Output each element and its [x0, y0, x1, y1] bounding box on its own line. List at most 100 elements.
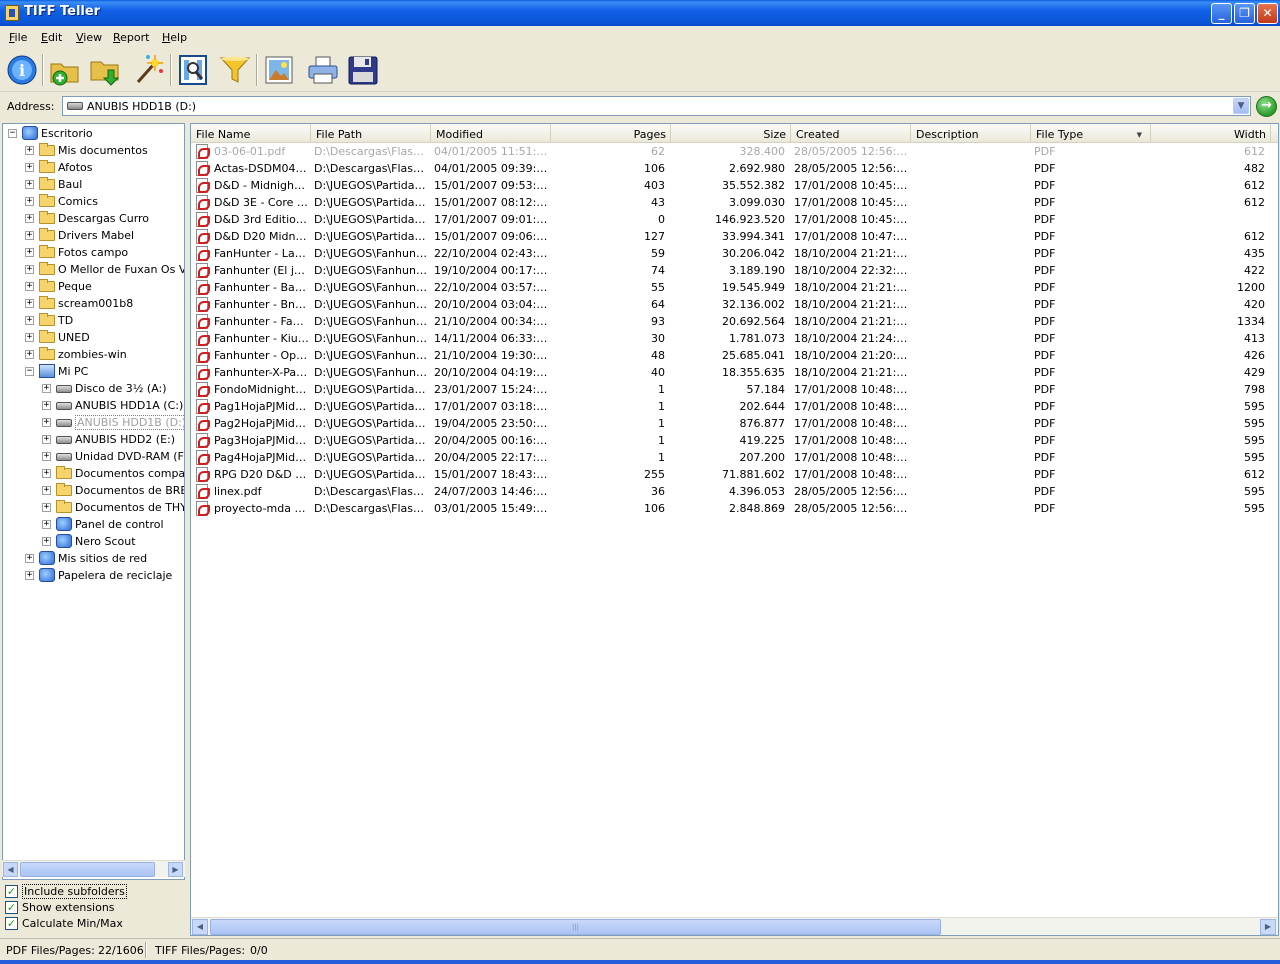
tree-item[interactable]: + zombies-win — [3, 346, 184, 363]
tree-item-label[interactable]: Mi PC — [58, 365, 88, 378]
tree-item[interactable]: + TD — [3, 312, 184, 329]
tree-item[interactable]: + Afotos — [3, 159, 184, 176]
tree-item-label[interactable]: Comics — [58, 195, 98, 208]
expand-icon[interactable]: + — [25, 163, 34, 172]
tree-horizontal-scrollbar[interactable]: ◀ ▶ — [2, 860, 185, 877]
column-header-file-type[interactable]: File Type ▼ — [1031, 124, 1151, 142]
expand-icon[interactable]: + — [42, 520, 51, 529]
scroll-left-arrow[interactable]: ◀ — [3, 862, 18, 877]
tree-item-label[interactable]: Baul — [58, 178, 82, 191]
collapse-icon[interactable]: − — [8, 129, 17, 138]
expand-icon[interactable]: + — [25, 316, 34, 325]
magic-wand-icon[interactable] — [132, 54, 166, 86]
tree-item[interactable]: + Drivers Mabel — [3, 227, 184, 244]
table-row[interactable]: D&D 3rd Edition -... D:\JUEGOS\Partidas s… — [191, 211, 1278, 228]
table-row[interactable]: D&D D20 Midnigh... D:\JUEGOS\Partidas s..… — [191, 228, 1278, 245]
tree-item[interactable]: + Panel de control — [3, 516, 184, 533]
scroll-thumb[interactable]: ||| — [210, 919, 941, 935]
expand-icon[interactable]: + — [25, 197, 34, 206]
table-row[interactable]: FondoMidnightV1... D:\JUEGOS\Partidas s..… — [191, 381, 1278, 398]
tree-item-label[interactable]: Disco de 3½ (A:) — [75, 382, 167, 395]
expand-icon[interactable]: + — [25, 554, 34, 563]
tree-item-label[interactable]: Documentos compartid — [75, 467, 184, 480]
address-value[interactable]: ANUBIS HDD1B (D:) — [87, 100, 196, 113]
menu-help[interactable]: Help — [162, 31, 187, 44]
tree-item[interactable]: − Mi PC — [3, 363, 184, 380]
expand-icon[interactable]: + — [42, 469, 51, 478]
column-header-description[interactable]: Description — [911, 124, 1031, 142]
print-icon[interactable] — [306, 54, 340, 86]
tree-item-label[interactable]: Fotos campo — [58, 246, 128, 259]
checkbox-label[interactable]: Calculate Min/Max — [22, 917, 123, 930]
table-row[interactable]: Fanhunter - Fanp... D:\JUEGOS\Fanhunter\ 2… — [191, 313, 1278, 330]
folder-tree[interactable]: − Escritorio + Mis documentos + Afotos + Baul + C… — [2, 123, 185, 880]
table-row[interactable]: Fanhunter - Oper... D:\JUEGOS\Fanhunter\ 2… — [191, 347, 1278, 364]
tree-item-label[interactable]: Drivers Mabel — [58, 229, 134, 242]
tree-item-label[interactable]: ANUBIS HDD1A (C:) — [75, 399, 183, 412]
expand-icon[interactable]: + — [42, 401, 51, 410]
tree-item[interactable]: + Mis sitios de red — [3, 550, 184, 567]
table-row[interactable]: D&D - Midnight.pdf D:\JUEGOS\Partidas s..… — [191, 177, 1278, 194]
tree-item-label[interactable]: Mis documentos — [58, 144, 148, 157]
tree-item[interactable]: + ANUBIS HDD2 (E:) — [3, 431, 184, 448]
expand-icon[interactable]: + — [25, 571, 34, 580]
tree-item-label[interactable]: Descargas Curro — [58, 212, 149, 225]
tree-item[interactable]: + Disco de 3½ (A:) — [3, 380, 184, 397]
table-row[interactable]: RPG D20 D&D 3E ... D:\JUEGOS\Partidas s..… — [191, 466, 1278, 483]
list-horizontal-scrollbar[interactable]: ◀ ||| ▶ — [191, 917, 1278, 935]
tree-item[interactable]: + Baul — [3, 176, 184, 193]
table-row[interactable]: Fanhunter - Bnc ... D:\JUEGOS\Fanhunter\ 2… — [191, 296, 1278, 313]
address-combo[interactable]: ANUBIS HDD1B (D:) ▼ — [62, 96, 1251, 116]
expand-icon[interactable]: + — [25, 299, 34, 308]
tree-item[interactable]: + UNED — [3, 329, 184, 346]
tree-item-label[interactable]: Panel de control — [75, 518, 164, 531]
tree-item-label[interactable]: Afotos — [58, 161, 93, 174]
tree-item[interactable]: + ANUBIS HDD1B (D:) — [3, 414, 184, 431]
filter-icon[interactable] — [218, 54, 252, 86]
expand-icon[interactable]: + — [25, 214, 34, 223]
tree-item[interactable]: + ANUBIS HDD1A (C:) — [3, 397, 184, 414]
about-icon[interactable]: i — [5, 54, 39, 86]
table-row[interactable]: Pag4HojaPJMidni... D:\JUEGOS\Partidas s..… — [191, 449, 1278, 466]
tree-item-label[interactable]: scream001b8 — [58, 297, 133, 310]
table-row[interactable]: Pag1HojaPJMidni... D:\JUEGOS\Partidas s..… — [191, 398, 1278, 415]
table-row[interactable]: Pag3HojaPJMidni... D:\JUEGOS\Partidas s..… — [191, 432, 1278, 449]
tree-item[interactable]: + O Mellor de Fuxan Os Vent — [3, 261, 184, 278]
tree-item-label[interactable]: ANUBIS HDD1B (D:) — [75, 415, 184, 430]
menu-report[interactable]: Report — [113, 31, 149, 44]
tree-item-label[interactable]: zombies-win — [58, 348, 127, 361]
image-icon[interactable] — [262, 54, 296, 86]
checkbox-box[interactable]: ✓ — [5, 885, 18, 898]
go-button[interactable]: → — [1256, 96, 1277, 117]
expand-icon[interactable]: + — [25, 350, 34, 359]
expand-icon[interactable]: + — [25, 248, 34, 257]
column-header-width[interactable]: Width — [1151, 124, 1271, 142]
table-row[interactable]: D&D 3E - Core - ... D:\JUEGOS\Partidas s.… — [191, 194, 1278, 211]
tree-item-label[interactable]: Documentos de BREICH — [75, 484, 184, 497]
file-list[interactable]: File Name File Path Modified Pages Size … — [190, 123, 1279, 936]
save-icon[interactable] — [346, 54, 380, 86]
checkbox-label[interactable]: Include subfolders — [22, 884, 127, 899]
expand-icon[interactable]: + — [25, 231, 34, 240]
tree-item-label[interactable]: Papelera de reciclaje — [58, 569, 172, 582]
chevron-down-icon[interactable]: ▼ — [1233, 98, 1249, 114]
collapse-icon[interactable]: − — [25, 367, 34, 376]
column-header-file-name[interactable]: File Name — [191, 124, 311, 142]
close-button[interactable]: ✕ — [1257, 3, 1278, 24]
tree-item[interactable]: + Mis documentos — [3, 142, 184, 159]
tree-item[interactable]: + Fotos campo — [3, 244, 184, 261]
menu-edit[interactable]: Edit — [41, 31, 62, 44]
open-folder-icon[interactable] — [88, 54, 122, 86]
expand-icon[interactable]: + — [25, 265, 34, 274]
table-row[interactable]: Fanhunter (El jue... D:\JUEGOS\Fanhunter\… — [191, 262, 1278, 279]
scroll-thumb[interactable] — [20, 862, 155, 877]
tree-item[interactable]: + Papelera de reciclaje — [3, 567, 184, 584]
expand-icon[interactable]: + — [25, 333, 34, 342]
tree-item[interactable]: + Documentos compartid — [3, 465, 184, 482]
checkbox-label[interactable]: Show extensions — [22, 901, 115, 914]
expand-icon[interactable]: + — [42, 435, 51, 444]
tree-item[interactable]: + scream001b8 — [3, 295, 184, 312]
table-row[interactable]: Pag2HojaPjMidni... D:\JUEGOS\Partidas s..… — [191, 415, 1278, 432]
expand-icon[interactable]: + — [42, 503, 51, 512]
tree-item[interactable]: + Documentos de BREICH — [3, 482, 184, 499]
